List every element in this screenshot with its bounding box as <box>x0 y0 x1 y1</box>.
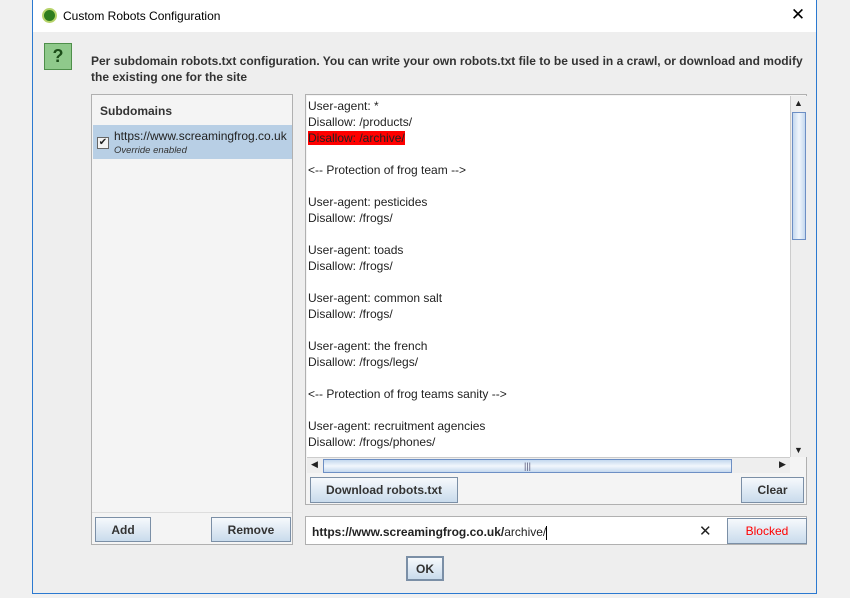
robots-line <box>308 146 790 162</box>
robots-line-text: <-- Protection of frog teams sanity --> <box>308 387 507 401</box>
close-icon[interactable]: ✕ <box>788 5 808 25</box>
robots-line: Disallow: /archive/ <box>308 130 790 146</box>
subdomains-header: Subdomains <box>100 104 173 118</box>
vertical-scrollbar[interactable]: ▲ ▼ <box>790 96 807 457</box>
robots-line-text: User-agent: the french <box>308 339 428 353</box>
subdomain-url: https://www.screamingfrog.co.uk <box>114 129 287 143</box>
robots-line: Disallow: /frogs/legs/ <box>308 354 790 370</box>
vertical-scroll-thumb[interactable] <box>792 112 806 240</box>
frog-icon <box>42 8 57 23</box>
horizontal-scroll-thumb[interactable]: ||| <box>323 459 732 473</box>
robots-line <box>308 370 790 386</box>
robots-line: User-agent: common salt <box>308 290 790 306</box>
help-icon[interactable]: ? <box>44 43 72 70</box>
test-result-button[interactable]: Blocked <box>727 518 807 544</box>
subdomains-panel: Subdomains ✔ https://www.screamingfrog.c… <box>91 94 293 545</box>
robots-line: <-- Protection of frog team --> <box>308 162 790 178</box>
robots-line: Disallow: /frogs/phones/ <box>308 434 790 450</box>
horizontal-scrollbar[interactable]: ◀ ||| ▶ <box>307 457 790 473</box>
robots-line: <-- Protection of frog teams sanity --> <box>308 386 790 402</box>
robots-line-text: User-agent: common salt <box>308 291 443 305</box>
add-button[interactable]: Add <box>95 517 151 542</box>
test-base-url: https://www.screamingfrog.co.uk/ <box>312 525 505 539</box>
list-item[interactable]: ✔ https://www.screamingfrog.co.uk Overri… <box>93 125 292 159</box>
subdomain-status: Override enabled <box>114 145 187 156</box>
robots-line-text: Disallow: /frogs/ <box>308 307 393 321</box>
robots-line-text: User-agent: pesticides <box>308 195 428 209</box>
robots-line-text: User-agent: recruitment agencies <box>308 419 486 433</box>
override-checkbox[interactable]: ✔ <box>97 137 109 149</box>
clear-url-icon[interactable]: ✕ <box>699 522 712 540</box>
robots-line: Disallow: /frogs/ <box>308 210 790 226</box>
robots-line: Disallow: /products/ <box>308 114 790 130</box>
clear-button[interactable]: Clear <box>741 477 804 503</box>
ok-button[interactable]: OK <box>406 556 444 581</box>
scroll-left-icon[interactable]: ◀ <box>307 459 322 470</box>
robots-line: Disallow: /frogs/ <box>308 258 790 274</box>
download-robots-button[interactable]: Download robots.txt <box>310 477 458 503</box>
remove-button[interactable]: Remove <box>211 517 291 542</box>
robots-line: User-agent: toads <box>308 242 790 258</box>
robots-line: User-agent: * <box>308 98 790 114</box>
robots-line-text: Disallow: /frogs/phones/ <box>308 435 436 449</box>
robots-editor-panel: User-agent: * Disallow: /products/Disallo… <box>305 94 807 505</box>
robots-line: User-agent: pesticides <box>308 194 790 210</box>
robots-line: User-agent: recruitment agencies <box>308 418 790 434</box>
robots-line-text: Disallow: /frogs/legs/ <box>308 355 419 369</box>
robots-line-text: Disallow: /archive/ <box>308 131 405 145</box>
robots-textarea[interactable]: User-agent: * Disallow: /products/Disallo… <box>307 96 790 457</box>
robots-line <box>308 322 790 338</box>
robots-line: User-agent: the french <box>308 338 790 354</box>
robots-line-text: User-agent: * <box>308 99 379 113</box>
robots-line-text: Disallow: /frogs/ <box>308 259 393 273</box>
window-title: Custom Robots Configuration <box>63 9 221 23</box>
robots-line <box>308 402 790 418</box>
test-url-input[interactable]: https://www.screamingfrog.co.uk/archive/… <box>305 516 807 545</box>
scroll-right-icon[interactable]: ▶ <box>775 459 790 470</box>
title-bar: Custom Robots Configuration ✕ <box>33 0 816 32</box>
scroll-up-icon[interactable]: ▲ <box>791 98 806 108</box>
subdomain-actions: Add Remove <box>92 512 292 544</box>
description: Per subdomain robots.txt configuration. … <box>91 54 803 84</box>
robots-line-text: <-- Protection of frog team --> <box>308 163 467 177</box>
robots-line <box>308 274 790 290</box>
test-path: archive/ <box>504 525 547 539</box>
robots-line: Disallow: /frogs/ <box>308 306 790 322</box>
robots-line-text: User-agent: toads <box>308 243 404 257</box>
scroll-down-icon[interactable]: ▼ <box>791 445 806 455</box>
dialog-window: Custom Robots Configuration ✕ ? Per subd… <box>32 0 817 594</box>
robots-line <box>308 178 790 194</box>
robots-line <box>308 226 790 242</box>
robots-line-text: Disallow: /products/ <box>308 115 413 129</box>
robots-line-text: Disallow: /frogs/ <box>308 211 393 225</box>
